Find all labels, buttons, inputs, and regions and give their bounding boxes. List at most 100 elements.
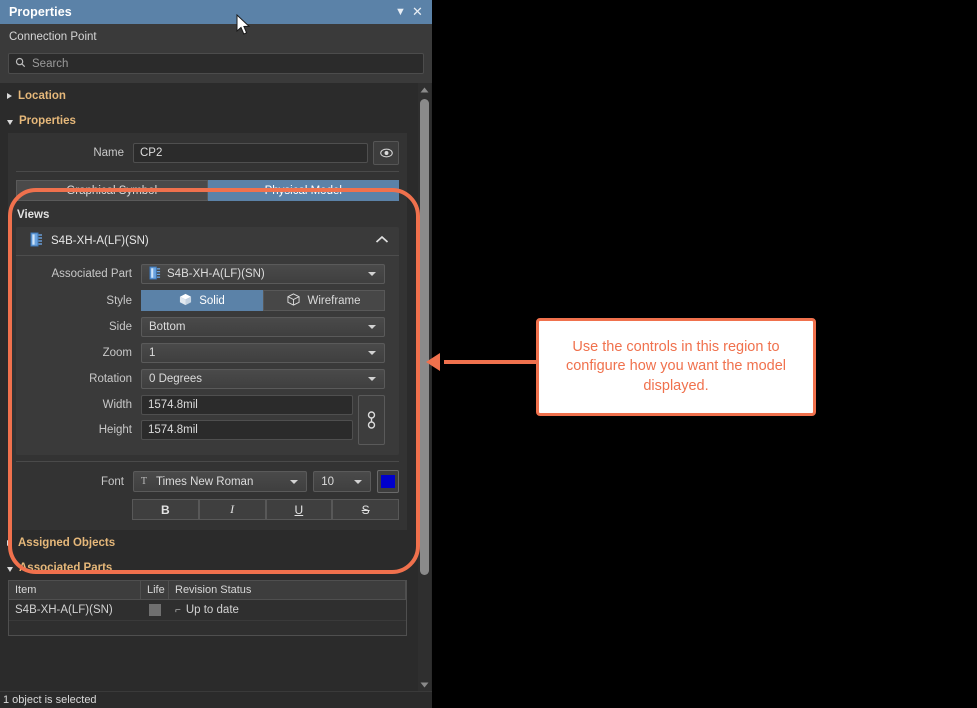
width-height-group: Width 1574.8mil Height 1574.8mil — [16, 395, 393, 445]
section-location[interactable]: Location — [0, 83, 415, 108]
table-header: Item Life Revision Status — [9, 581, 406, 600]
link-chain-icon[interactable] — [358, 395, 385, 445]
cube-wireframe-icon — [287, 293, 300, 309]
view-card-header[interactable]: S4B-XH-A(LF)(SN) — [16, 227, 399, 255]
side-value: Bottom — [149, 321, 362, 333]
cube-solid-icon — [179, 293, 192, 309]
style-button-group: Solid Wireframe — [141, 290, 385, 311]
chevron-right-icon — [7, 93, 12, 99]
lifecycle-swatch — [149, 604, 161, 616]
panel-titlebar: Properties ▼ ✕ — [0, 0, 432, 24]
italic-button[interactable]: I — [199, 499, 266, 520]
style-wireframe-label: Wireframe — [307, 295, 360, 307]
table-row[interactable]: S4B-XH-A(LF)(SN) ⌐ Up to date — [9, 600, 406, 621]
eye-icon[interactable] — [373, 141, 399, 165]
component-icon — [30, 232, 43, 250]
style-label: Style — [24, 295, 141, 307]
panel-content: Location Properties Name CP2 — [0, 83, 415, 650]
cell-revision-status: ⌐ Up to date — [169, 604, 406, 616]
name-label: Name — [16, 147, 133, 159]
svg-text:T: T — [141, 476, 147, 486]
section-assigned-objects[interactable]: Assigned Objects — [0, 530, 415, 555]
associated-part-label: Associated Part — [24, 268, 141, 280]
scroll-down-arrow-icon[interactable] — [418, 678, 431, 691]
height-input[interactable]: 1574.8mil — [141, 420, 353, 440]
divider — [16, 461, 399, 462]
style-wireframe-button[interactable]: Wireframe — [263, 290, 385, 311]
rotation-row: Rotation 0 Degrees — [16, 369, 393, 389]
chevron-down-icon — [368, 351, 376, 355]
text-icon: T — [140, 475, 151, 489]
cell-item: S4B-XH-A(LF)(SN) — [9, 604, 141, 616]
bold-button[interactable]: B — [132, 499, 199, 520]
tab-physical-model[interactable]: Physical Model — [208, 180, 400, 201]
font-color-swatch[interactable] — [377, 470, 399, 493]
view-card-body: Associated Part — [16, 255, 399, 455]
rotation-label: Rotation — [24, 373, 141, 385]
rotation-select[interactable]: 0 Degrees — [141, 369, 385, 389]
screenshot-root: Properties ▼ ✕ Connection Point Search — [0, 0, 977, 708]
zoom-label: Zoom — [24, 347, 141, 359]
side-select[interactable]: Bottom — [141, 317, 385, 337]
width-label: Width — [24, 399, 141, 411]
style-solid-button[interactable]: Solid — [141, 290, 263, 311]
vertical-scrollbar[interactable] — [418, 83, 431, 691]
cell-lifecycle — [141, 604, 169, 616]
search-area: Search — [0, 50, 432, 83]
section-properties[interactable]: Properties — [0, 108, 415, 133]
status-text: 1 object is selected — [3, 694, 97, 706]
search-icon — [15, 55, 26, 73]
strikethrough-button[interactable]: S — [332, 499, 399, 520]
search-placeholder: Search — [32, 58, 68, 70]
font-size-select[interactable]: 10 — [313, 471, 371, 492]
section-associated-parts[interactable]: Associated Parts — [0, 555, 415, 580]
close-icon[interactable]: ✕ — [409, 3, 426, 21]
callout-arrow-head — [426, 353, 440, 371]
annotation-callout: Use the controls in this region to confi… — [536, 318, 816, 416]
font-family-value: Times New Roman — [156, 476, 285, 488]
section-properties-label: Properties — [19, 115, 76, 127]
panel-title: Properties — [9, 5, 392, 19]
font-row: Font T Times New Roman 10 — [8, 470, 407, 493]
zoom-select[interactable]: 1 — [141, 343, 385, 363]
chevron-down-icon — [290, 480, 298, 484]
style-row: Style Solid — [16, 290, 393, 311]
object-type-label: Connection Point — [9, 31, 97, 43]
associated-parts-table: Item Life Revision Status S4B-XH-A(LF)(S… — [8, 580, 407, 636]
font-family-select[interactable]: T Times New Roman — [133, 471, 307, 492]
properties-card: Name CP2 Graphical Symbol Physical Model… — [8, 133, 407, 530]
divider — [16, 171, 399, 172]
scrollbar-thumb[interactable] — [420, 99, 429, 575]
component-icon — [149, 266, 161, 283]
section-associated-parts-label: Associated Parts — [19, 562, 112, 574]
column-lifecycle[interactable]: Life — [141, 581, 169, 599]
font-size-value: 10 — [321, 476, 354, 488]
associated-part-row: Associated Part — [16, 264, 393, 284]
tab-graphical-symbol[interactable]: Graphical Symbol — [16, 180, 208, 201]
panel-body: Location Properties Name CP2 — [0, 83, 432, 691]
rotation-value: 0 Degrees — [149, 373, 362, 385]
underline-button[interactable]: U — [266, 499, 333, 520]
revision-status-text: Up to date — [186, 604, 239, 616]
column-item[interactable]: Item — [9, 581, 141, 599]
zoom-value: 1 — [149, 347, 362, 359]
style-solid-label: Solid — [199, 295, 225, 307]
model-tabs: Graphical Symbol Physical Model — [16, 180, 399, 201]
chevron-down-icon — [368, 377, 376, 381]
font-label: Font — [16, 476, 133, 488]
height-label: Height — [24, 424, 141, 436]
font-style-button-group: B I U S — [8, 499, 407, 520]
associated-part-select[interactable]: S4B-XH-A(LF)(SN) — [141, 264, 385, 284]
height-row: Height 1574.8mil — [24, 420, 353, 440]
chevron-up-icon[interactable] — [375, 235, 389, 247]
chevron-down-icon[interactable]: ▼ — [392, 3, 409, 21]
side-row: Side Bottom — [16, 317, 393, 337]
name-input[interactable]: CP2 — [133, 143, 368, 163]
width-input[interactable]: 1574.8mil — [141, 395, 353, 415]
chevron-down-icon — [7, 567, 13, 572]
search-input[interactable]: Search — [8, 53, 424, 74]
callout-arrow-line — [444, 360, 540, 364]
chevron-down-icon — [354, 480, 362, 484]
column-revision-status[interactable]: Revision Status — [169, 581, 406, 599]
scroll-up-arrow-icon[interactable] — [418, 83, 431, 96]
